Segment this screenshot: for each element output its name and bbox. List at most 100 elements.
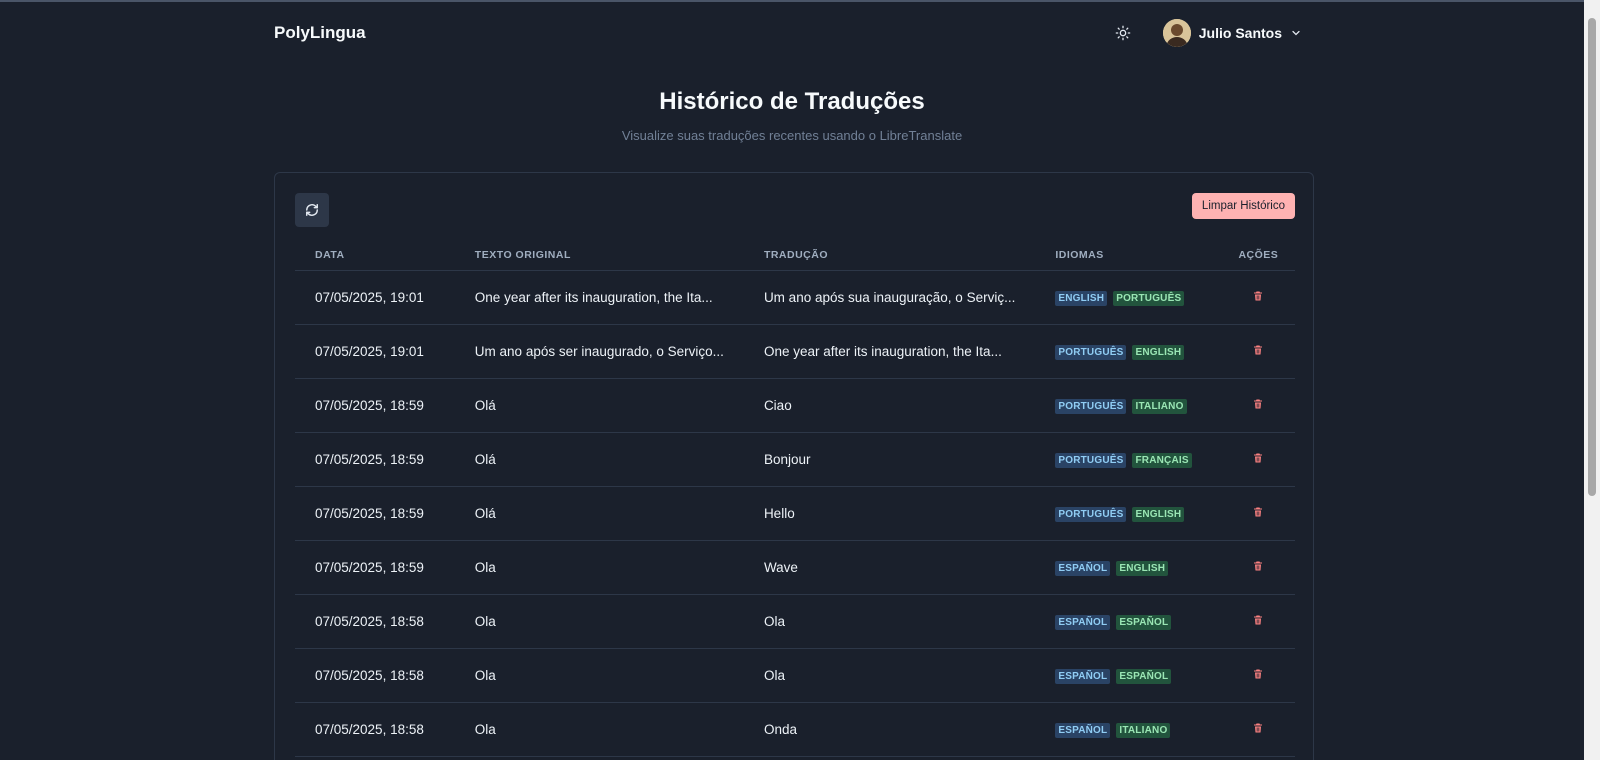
cell-actions	[1221, 594, 1295, 649]
delete-button[interactable]	[1252, 722, 1264, 734]
cell-translation: Um ano após sua inauguração, o Serviç...	[743, 270, 1036, 325]
cell-original-text: Ola	[454, 648, 744, 703]
cell-actions	[1221, 432, 1295, 487]
target-language-badge: ITALIANO	[1132, 398, 1187, 414]
history-table: DATA TEXTO ORIGINAL TRADUÇÃO IDIOMAS AÇÕ…	[295, 241, 1295, 757]
column-header-actions: AÇÕES	[1221, 241, 1295, 271]
cell-date: 07/05/2025, 18:59	[295, 378, 455, 433]
cell-original-text: Olá	[454, 432, 744, 487]
cell-original-text: Ola	[454, 540, 744, 595]
source-language-badge: PORTUGUÊS	[1055, 506, 1127, 522]
table-row: 07/05/2025, 18:59 Olá Hello PORTUGUÊS ENGLIS…	[295, 486, 1295, 541]
page-heading: Histórico de Traduções Visualize suas tr…	[0, 88, 1584, 143]
trash-icon	[1254, 291, 1263, 300]
cell-actions	[1221, 648, 1295, 703]
table-row: 07/05/2025, 18:59 Ola Wave ESPAÑOL ENGLISH	[295, 540, 1295, 595]
cell-date: 07/05/2025, 18:58	[295, 648, 455, 703]
delete-button[interactable]	[1252, 290, 1264, 302]
target-language-badge: PORTUGUÊS	[1113, 290, 1185, 306]
cell-original-text: Ola	[454, 594, 744, 649]
cell-translation: Hello	[743, 486, 1036, 541]
cell-date: 07/05/2025, 19:01	[295, 324, 455, 379]
table-row: 07/05/2025, 18:58 Ola Onda ESPAÑOL ITALIANO	[295, 702, 1295, 757]
table-row: 07/05/2025, 19:01 Um ano após ser inaugur…	[295, 324, 1295, 379]
refresh-icon	[306, 204, 318, 216]
column-header-original: TEXTO ORIGINAL	[454, 241, 744, 271]
column-header-translation: TRADUÇÃO	[743, 241, 1036, 271]
app-logo[interactable]: PolyLingua	[274, 23, 366, 43]
target-language-badge: FRANÇAIS	[1132, 452, 1192, 468]
source-language-badge: ESPAÑOL	[1055, 560, 1111, 576]
cell-original-text: Olá	[454, 486, 744, 541]
target-language-badge: ITALIANO	[1116, 722, 1171, 738]
trash-icon	[1254, 345, 1263, 354]
delete-button[interactable]	[1252, 398, 1264, 410]
table-row: 07/05/2025, 19:01 One year after its inau…	[295, 270, 1295, 325]
source-language-badge: PORTUGUÊS	[1055, 398, 1127, 414]
chevron-down-icon	[1292, 30, 1300, 36]
cell-original-text: Olá	[454, 378, 744, 433]
cell-languages: PORTUGUÊS ENGLISH	[1035, 324, 1222, 379]
cell-translation: Ola	[743, 594, 1036, 649]
cell-languages: ESPAÑOL ESPAÑOL	[1035, 648, 1222, 703]
cell-actions	[1221, 324, 1295, 379]
theme-toggle-button[interactable]	[1111, 21, 1135, 45]
cell-languages: PORTUGUÊS FRANÇAIS	[1035, 432, 1222, 487]
user-menu[interactable]: Julio Santos	[1162, 19, 1302, 47]
cell-original-text: Um ano após ser inaugurado, o Serviço...	[454, 324, 744, 379]
delete-button[interactable]	[1252, 614, 1264, 626]
cell-translation: Ola	[743, 648, 1036, 703]
trash-icon	[1254, 669, 1263, 678]
trash-icon	[1254, 453, 1263, 462]
column-header-date: DATA	[295, 241, 455, 271]
cell-date: 07/05/2025, 18:59	[295, 486, 455, 541]
table-row: 07/05/2025, 18:59 Olá Bonjour PORTUGUÊS FRAN…	[295, 432, 1295, 487]
cell-actions	[1221, 270, 1295, 325]
source-language-badge: ESPAÑOL	[1055, 668, 1111, 684]
cell-actions	[1221, 702, 1295, 757]
table-row: 07/05/2025, 18:58 Ola Ola ESPAÑOL ESPAÑOL	[295, 648, 1295, 703]
app-header: PolyLingua Julio Santos	[274, 0, 1302, 66]
table-row: 07/05/2025, 18:59 Olá Ciao PORTUGUÊS ITALIAN…	[295, 378, 1295, 433]
trash-icon	[1254, 615, 1263, 624]
cell-actions	[1221, 378, 1295, 433]
cell-translation: Ciao	[743, 378, 1036, 433]
cell-date: 07/05/2025, 19:01	[295, 270, 455, 325]
source-language-badge: ESPAÑOL	[1055, 722, 1111, 738]
delete-button[interactable]	[1252, 506, 1264, 518]
delete-button[interactable]	[1252, 344, 1264, 356]
delete-button[interactable]	[1252, 560, 1264, 572]
scrollbar[interactable]	[1584, 0, 1600, 760]
target-language-badge: ENGLISH	[1116, 560, 1169, 576]
user-name: Julio Santos	[1198, 25, 1282, 41]
page-title: Histórico de Traduções	[659, 88, 925, 115]
scrollbar-thumb[interactable]	[1588, 18, 1596, 496]
delete-button[interactable]	[1252, 668, 1264, 680]
cell-translation: One year after its inauguration, the Ita…	[743, 324, 1036, 379]
target-language-badge: ESPAÑOL	[1116, 614, 1172, 630]
cell-languages: PORTUGUÊS ITALIANO	[1035, 378, 1222, 433]
avatar	[1162, 19, 1191, 47]
table-body: 07/05/2025, 19:01 One year after its inau…	[295, 270, 1295, 757]
trash-icon	[1254, 399, 1263, 408]
sun-icon	[1115, 25, 1131, 41]
column-header-languages: IDIOMAS	[1035, 241, 1222, 271]
cell-languages: ESPAÑOL ITALIANO	[1035, 702, 1222, 757]
cell-date: 07/05/2025, 18:58	[295, 594, 455, 649]
trash-icon	[1254, 561, 1263, 570]
target-language-badge: ENGLISH	[1132, 506, 1185, 522]
trash-icon	[1254, 507, 1263, 516]
header-actions: Julio Santos	[1111, 19, 1302, 47]
cell-original-text: One year after its inauguration, the Ita…	[454, 270, 744, 325]
cell-translation: Bonjour	[743, 432, 1036, 487]
refresh-button[interactable]	[295, 193, 329, 227]
source-language-badge: ESPAÑOL	[1055, 614, 1111, 630]
cell-date: 07/05/2025, 18:59	[295, 540, 455, 595]
cell-languages: PORTUGUÊS ENGLISH	[1035, 486, 1222, 541]
table-header-row: DATA TEXTO ORIGINAL TRADUÇÃO IDIOMAS AÇÕ…	[295, 241, 1295, 271]
cell-translation: Onda	[743, 702, 1036, 757]
cell-languages: ESPAÑOL ENGLISH	[1035, 540, 1222, 595]
clear-history-button[interactable]: Limpar Histórico	[1191, 193, 1295, 219]
target-language-badge: ESPAÑOL	[1116, 668, 1172, 684]
delete-button[interactable]	[1252, 452, 1264, 464]
